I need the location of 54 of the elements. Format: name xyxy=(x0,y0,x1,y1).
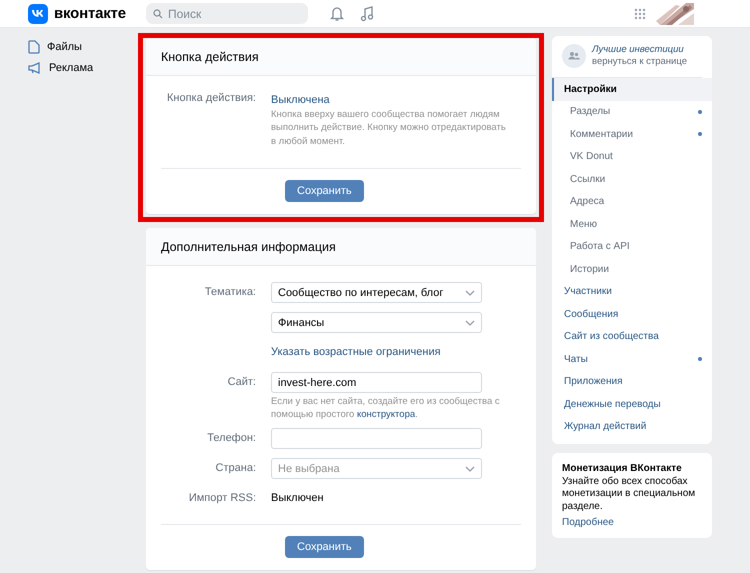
search-field[interactable]: Поиск xyxy=(146,3,308,24)
hint-text: Если у вас нет сайта, создайте его из сообщества с помощью простого конструктора. xyxy=(271,396,501,421)
field-label: Импорт RSS: xyxy=(188,492,256,504)
more-link[interactable]: Подробнее xyxy=(562,517,702,530)
nav-item[interactable]: Чаты xyxy=(552,348,712,370)
megaphone-icon xyxy=(28,62,42,74)
left-menu-item[interactable]: Файлы xyxy=(47,40,82,52)
nav-item[interactable]: Участники xyxy=(552,280,712,303)
input-field[interactable] xyxy=(271,428,482,449)
chevron-down-icon xyxy=(465,290,475,296)
logo-icon[interactable] xyxy=(28,4,48,24)
field-label: Кнопка действия: xyxy=(166,92,256,104)
nav-item[interactable]: Комментарии xyxy=(552,123,712,146)
field-value: Выключен xyxy=(271,491,325,506)
nav-item[interactable]: VK Donut xyxy=(552,146,712,168)
dropdown-field[interactable]: Сообщество по интересам, блог xyxy=(271,282,482,303)
card-title: Кнопка действия xyxy=(161,50,259,64)
community-icon[interactable] xyxy=(562,44,586,68)
chevron-down-icon xyxy=(465,466,475,472)
dropdown-field[interactable]: Финансы xyxy=(271,312,482,333)
save-button[interactable]: Сохранить xyxy=(285,180,364,202)
chevron-down-icon xyxy=(465,320,475,326)
left-menu-item[interactable]: Реклама xyxy=(49,62,94,74)
nav-item[interactable]: Работа с API xyxy=(552,236,712,258)
field-label: Сайт: xyxy=(228,376,256,388)
nav-item[interactable]: Приложения xyxy=(552,370,712,393)
nav-item[interactable]: Сообщения xyxy=(552,303,712,326)
nav-item[interactable]: Ссылки xyxy=(552,168,712,190)
back-link[interactable]: вернуться к странице xyxy=(592,56,687,68)
file-icon xyxy=(28,40,40,54)
promo-text: Узнайте обо всех способах монетизации в специальном разделе. xyxy=(562,476,696,512)
bell-icon[interactable] xyxy=(330,6,344,22)
save-button[interactable]: Сохранить xyxy=(285,536,364,558)
apps-grid-icon[interactable] xyxy=(634,8,646,20)
nav-item[interactable]: Адреса xyxy=(552,190,712,213)
description-text: Кнопка вверху вашего сообщества помогает людям выполнить действие. Кнопку можно отредактировать в любой момент. xyxy=(271,108,507,148)
logo-text[interactable]: вконтакте xyxy=(54,5,126,22)
input-field[interactable]: invest-here.com xyxy=(271,372,482,393)
nav-item[interactable]: Журнал действий xyxy=(552,416,712,438)
music-icon[interactable] xyxy=(360,6,374,22)
field-label: Страна: xyxy=(216,462,256,474)
card-title: Дополнительная информация xyxy=(161,240,336,254)
field-label: Телефон: xyxy=(207,432,256,444)
nav-item[interactable]: Меню xyxy=(552,213,712,236)
promo-title: Монетизация ВКонтакте xyxy=(562,463,683,476)
nav-item[interactable]: Истории xyxy=(552,258,712,280)
nav-item[interactable]: Разделы xyxy=(552,100,712,123)
field-value: Выключена xyxy=(271,94,330,106)
age-restriction-link[interactable]: Указать возрастные ограничения xyxy=(271,342,441,363)
field-label: Тематика: xyxy=(204,286,256,298)
community-name[interactable]: Лучшие инвестиции xyxy=(592,44,687,56)
nav-item[interactable]: Настройки xyxy=(552,78,712,100)
nav-item[interactable]: Сайт из сообщества xyxy=(552,326,712,348)
nav-item[interactable]: Денежные переводы xyxy=(552,393,712,416)
